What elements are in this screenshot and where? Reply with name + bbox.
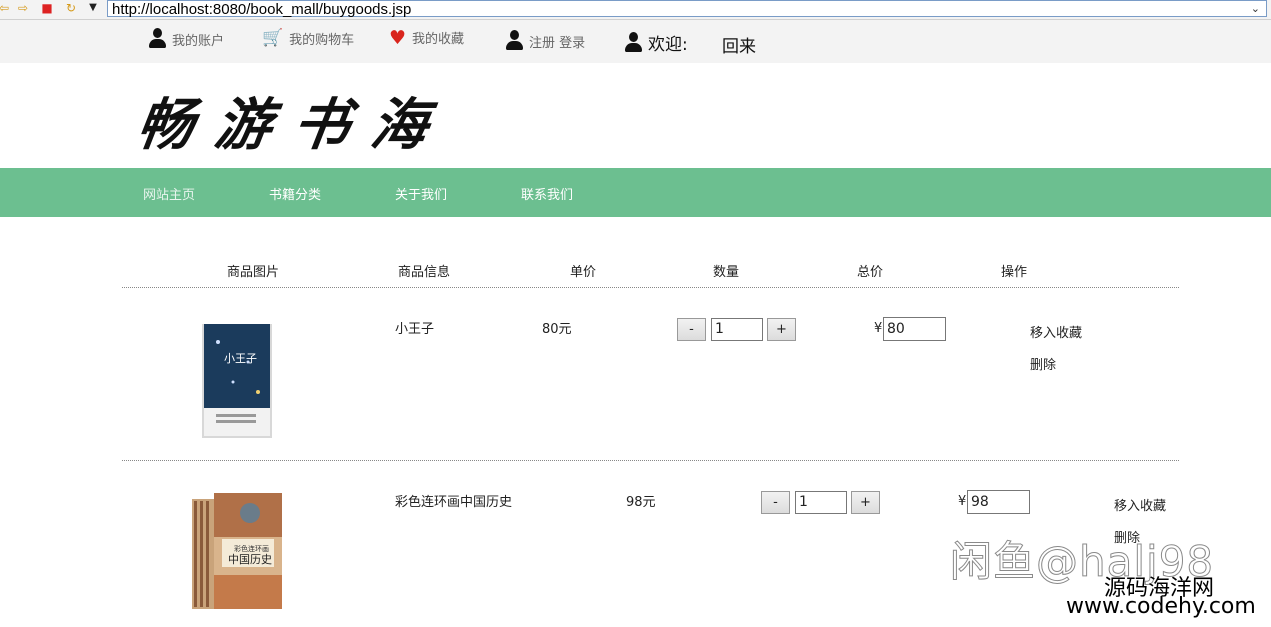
product-name[interactable]: 彩色连环画中国历史 — [395, 491, 512, 510]
divider — [122, 287, 1179, 288]
my-favorites-label: 我的收藏 — [412, 32, 465, 47]
my-favorites-link[interactable]: ♥ 我的收藏 — [389, 28, 464, 47]
user-icon — [505, 30, 523, 52]
welcome-label: 欢迎: — [648, 35, 688, 55]
watermark-site-url: www.codehy.com — [1066, 594, 1256, 619]
url-text: http://localhost:8080/book_mall/buygoods… — [112, 1, 412, 18]
qty-minus-button[interactable]: - — [761, 491, 790, 514]
header-info: 商品信息 — [398, 265, 451, 280]
delete-link[interactable]: 删除 — [1030, 354, 1056, 373]
unit-price: 98元 — [626, 495, 656, 510]
cover-title-text: 中国历史 — [228, 553, 272, 566]
main-nav: 网站主页 书籍分类 关于我们 联系我们 — [0, 168, 1271, 217]
url-input[interactable]: http://localhost:8080/book_mall/buygoods… — [107, 0, 1267, 18]
header-image: 商品图片 — [227, 265, 280, 280]
browser-address-bar: ⇦ ⇨ ■ ↻ ▼ http://localhost:8080/book_mal… — [0, 0, 1271, 20]
currency-symbol: ¥ — [874, 321, 883, 336]
product-name[interactable]: 小王子 — [395, 318, 434, 337]
my-account-label: 我的账户 — [172, 33, 225, 49]
move-to-favorites-link[interactable]: 移入收藏 — [1114, 495, 1166, 514]
move-to-favorites-link[interactable]: 移入收藏 — [1030, 322, 1082, 341]
user-icon — [624, 31, 642, 54]
refresh-icon[interactable]: ↻ — [64, 1, 78, 15]
total-price-field[interactable]: 80 — [883, 317, 946, 341]
book-cover-image[interactable]: 彩色连环画 中国历史 — [190, 491, 285, 613]
user-icon — [148, 28, 166, 50]
register-login-label: 注册 登录 — [529, 35, 586, 51]
book-cover-image[interactable]: 小王子 — [198, 322, 276, 440]
my-cart-label: 我的购物车 — [289, 32, 355, 48]
welcome-area: 欢迎: — [624, 30, 688, 55]
currency-symbol: ¥ — [958, 494, 967, 509]
username: 回来 — [722, 37, 756, 57]
forward-icon[interactable]: ⇨ — [16, 1, 30, 15]
url-dropdown-icon[interactable]: ⌄ — [1251, 1, 1260, 18]
qty-plus-button[interactable]: + — [851, 491, 880, 514]
stop-icon[interactable]: ■ — [40, 1, 54, 15]
register-login-link[interactable]: 注册 登录 — [505, 30, 585, 52]
nav-contact[interactable]: 联系我们 — [521, 184, 573, 203]
header-total: 总价 — [857, 265, 884, 280]
history-dropdown-icon[interactable]: ▼ — [86, 1, 100, 15]
quantity-input[interactable]: 1 — [711, 318, 763, 341]
divider — [122, 460, 1179, 461]
back-icon[interactable]: ⇦ — [0, 1, 11, 15]
header-quantity: 数量 — [713, 265, 740, 280]
cover-subtitle-text: 彩色连环画 — [234, 544, 269, 553]
site-logo: 畅游书海 — [132, 92, 455, 158]
heart-icon: ♥ — [389, 26, 407, 49]
nav-about[interactable]: 关于我们 — [395, 184, 447, 203]
my-account-link[interactable]: 我的账户 — [148, 28, 224, 50]
header-actions: 操作 — [1001, 265, 1028, 280]
my-cart-link[interactable]: 🛒 我的购物车 — [262, 28, 354, 48]
quantity-input[interactable]: 1 — [795, 491, 847, 514]
total-price-field[interactable]: 98 — [967, 490, 1030, 514]
cart-icon: 🛒 — [262, 28, 284, 48]
nav-categories[interactable]: 书籍分类 — [269, 184, 321, 203]
unit-price: 80元 — [542, 322, 572, 337]
qty-minus-button[interactable]: - — [677, 318, 706, 341]
nav-home[interactable]: 网站主页 — [143, 184, 195, 203]
cover-title-text: 小王子 — [224, 352, 257, 365]
header-unit-price: 单价 — [570, 265, 597, 280]
qty-plus-button[interactable]: + — [767, 318, 796, 341]
